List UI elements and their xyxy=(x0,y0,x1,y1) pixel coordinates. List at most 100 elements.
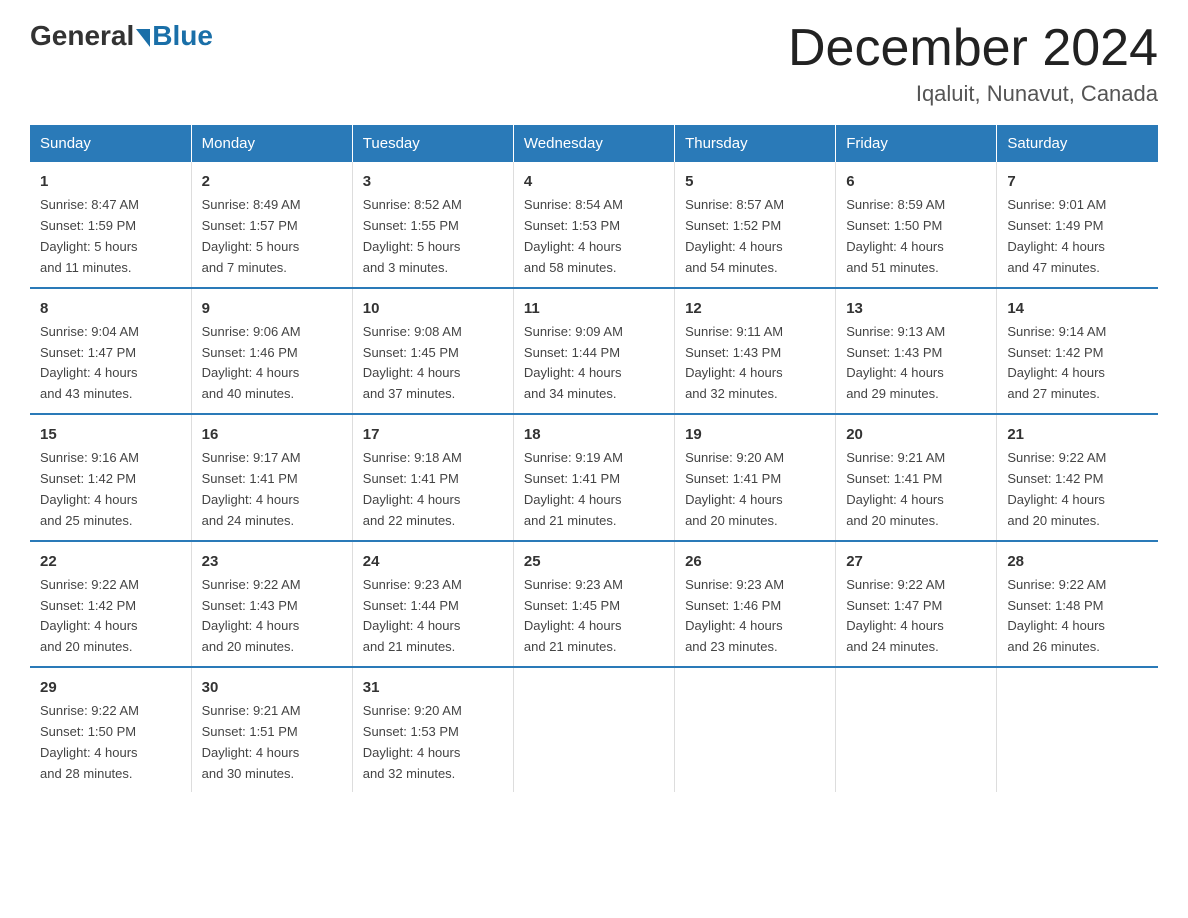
title-block: December 2024 Iqaluit, Nunavut, Canada xyxy=(788,20,1158,107)
calendar-cell: 31Sunrise: 9:20 AMSunset: 1:53 PMDayligh… xyxy=(352,667,513,792)
calendar-cell: 14Sunrise: 9:14 AMSunset: 1:42 PMDayligh… xyxy=(997,288,1158,414)
calendar-body: 1Sunrise: 8:47 AMSunset: 1:59 PMDaylight… xyxy=(30,162,1158,792)
day-number: 8 xyxy=(40,297,181,320)
day-info: Sunrise: 9:19 AMSunset: 1:41 PMDaylight:… xyxy=(524,448,664,531)
logo-triangle-icon xyxy=(136,29,150,47)
calendar-cell: 6Sunrise: 8:59 AMSunset: 1:50 PMDaylight… xyxy=(836,162,997,287)
day-number: 22 xyxy=(40,550,181,573)
calendar-cell xyxy=(513,667,674,792)
calendar-cell: 13Sunrise: 9:13 AMSunset: 1:43 PMDayligh… xyxy=(836,288,997,414)
calendar-cell: 8Sunrise: 9:04 AMSunset: 1:47 PMDaylight… xyxy=(30,288,191,414)
day-info: Sunrise: 8:47 AMSunset: 1:59 PMDaylight:… xyxy=(40,195,181,278)
day-info: Sunrise: 9:08 AMSunset: 1:45 PMDaylight:… xyxy=(363,322,503,405)
calendar-cell: 21Sunrise: 9:22 AMSunset: 1:42 PMDayligh… xyxy=(997,414,1158,540)
day-number: 26 xyxy=(685,550,825,573)
day-info: Sunrise: 8:57 AMSunset: 1:52 PMDaylight:… xyxy=(685,195,825,278)
day-info: Sunrise: 9:21 AMSunset: 1:41 PMDaylight:… xyxy=(846,448,986,531)
day-info: Sunrise: 8:59 AMSunset: 1:50 PMDaylight:… xyxy=(846,195,986,278)
day-info: Sunrise: 9:21 AMSunset: 1:51 PMDaylight:… xyxy=(202,701,342,784)
day-number: 1 xyxy=(40,170,181,193)
calendar-cell xyxy=(675,667,836,792)
calendar-week-2: 8Sunrise: 9:04 AMSunset: 1:47 PMDaylight… xyxy=(30,288,1158,414)
calendar-cell: 16Sunrise: 9:17 AMSunset: 1:41 PMDayligh… xyxy=(191,414,352,540)
header-col-saturday: Saturday xyxy=(997,125,1158,162)
day-info: Sunrise: 9:23 AMSunset: 1:45 PMDaylight:… xyxy=(524,575,664,658)
calendar-cell: 4Sunrise: 8:54 AMSunset: 1:53 PMDaylight… xyxy=(513,162,674,287)
day-number: 25 xyxy=(524,550,664,573)
calendar-header: SundayMondayTuesdayWednesdayThursdayFrid… xyxy=(30,125,1158,162)
day-number: 4 xyxy=(524,170,664,193)
header-col-wednesday: Wednesday xyxy=(513,125,674,162)
day-number: 13 xyxy=(846,297,986,320)
calendar-cell: 25Sunrise: 9:23 AMSunset: 1:45 PMDayligh… xyxy=(513,541,674,667)
calendar-cell: 22Sunrise: 9:22 AMSunset: 1:42 PMDayligh… xyxy=(30,541,191,667)
calendar-cell: 7Sunrise: 9:01 AMSunset: 1:49 PMDaylight… xyxy=(997,162,1158,287)
day-number: 21 xyxy=(1007,423,1148,446)
calendar-cell: 10Sunrise: 9:08 AMSunset: 1:45 PMDayligh… xyxy=(352,288,513,414)
logo: General Blue xyxy=(30,20,213,52)
header-col-tuesday: Tuesday xyxy=(352,125,513,162)
calendar-subtitle: Iqaluit, Nunavut, Canada xyxy=(788,81,1158,107)
calendar-cell: 18Sunrise: 9:19 AMSunset: 1:41 PMDayligh… xyxy=(513,414,674,540)
day-info: Sunrise: 8:49 AMSunset: 1:57 PMDaylight:… xyxy=(202,195,342,278)
day-info: Sunrise: 8:54 AMSunset: 1:53 PMDaylight:… xyxy=(524,195,664,278)
calendar-cell: 2Sunrise: 8:49 AMSunset: 1:57 PMDaylight… xyxy=(191,162,352,287)
calendar-week-3: 15Sunrise: 9:16 AMSunset: 1:42 PMDayligh… xyxy=(30,414,1158,540)
calendar-week-5: 29Sunrise: 9:22 AMSunset: 1:50 PMDayligh… xyxy=(30,667,1158,792)
header-col-sunday: Sunday xyxy=(30,125,191,162)
day-info: Sunrise: 9:17 AMSunset: 1:41 PMDaylight:… xyxy=(202,448,342,531)
calendar-cell: 17Sunrise: 9:18 AMSunset: 1:41 PMDayligh… xyxy=(352,414,513,540)
day-info: Sunrise: 9:06 AMSunset: 1:46 PMDaylight:… xyxy=(202,322,342,405)
calendar-week-4: 22Sunrise: 9:22 AMSunset: 1:42 PMDayligh… xyxy=(30,541,1158,667)
day-number: 28 xyxy=(1007,550,1148,573)
calendar-cell xyxy=(836,667,997,792)
header-col-thursday: Thursday xyxy=(675,125,836,162)
day-info: Sunrise: 9:22 AMSunset: 1:43 PMDaylight:… xyxy=(202,575,342,658)
logo-blue-text: Blue xyxy=(152,20,213,52)
calendar-cell: 30Sunrise: 9:21 AMSunset: 1:51 PMDayligh… xyxy=(191,667,352,792)
calendar-title: December 2024 xyxy=(788,20,1158,77)
day-number: 20 xyxy=(846,423,986,446)
calendar-cell: 28Sunrise: 9:22 AMSunset: 1:48 PMDayligh… xyxy=(997,541,1158,667)
day-number: 15 xyxy=(40,423,181,446)
day-number: 9 xyxy=(202,297,342,320)
day-number: 5 xyxy=(685,170,825,193)
day-info: Sunrise: 9:22 AMSunset: 1:50 PMDaylight:… xyxy=(40,701,181,784)
day-info: Sunrise: 9:23 AMSunset: 1:44 PMDaylight:… xyxy=(363,575,503,658)
day-number: 3 xyxy=(363,170,503,193)
calendar-week-1: 1Sunrise: 8:47 AMSunset: 1:59 PMDaylight… xyxy=(30,162,1158,287)
calendar-cell: 12Sunrise: 9:11 AMSunset: 1:43 PMDayligh… xyxy=(675,288,836,414)
day-number: 7 xyxy=(1007,170,1148,193)
day-info: Sunrise: 9:22 AMSunset: 1:42 PMDaylight:… xyxy=(1007,448,1148,531)
calendar-cell: 27Sunrise: 9:22 AMSunset: 1:47 PMDayligh… xyxy=(836,541,997,667)
day-number: 16 xyxy=(202,423,342,446)
calendar-cell: 23Sunrise: 9:22 AMSunset: 1:43 PMDayligh… xyxy=(191,541,352,667)
day-number: 2 xyxy=(202,170,342,193)
day-info: Sunrise: 9:20 AMSunset: 1:53 PMDaylight:… xyxy=(363,701,503,784)
day-number: 24 xyxy=(363,550,503,573)
calendar-cell: 24Sunrise: 9:23 AMSunset: 1:44 PMDayligh… xyxy=(352,541,513,667)
day-info: Sunrise: 9:01 AMSunset: 1:49 PMDaylight:… xyxy=(1007,195,1148,278)
calendar-cell xyxy=(997,667,1158,792)
header-col-friday: Friday xyxy=(836,125,997,162)
day-number: 17 xyxy=(363,423,503,446)
day-number: 14 xyxy=(1007,297,1148,320)
header-col-monday: Monday xyxy=(191,125,352,162)
calendar-cell: 15Sunrise: 9:16 AMSunset: 1:42 PMDayligh… xyxy=(30,414,191,540)
day-info: Sunrise: 8:52 AMSunset: 1:55 PMDaylight:… xyxy=(363,195,503,278)
calendar-cell: 26Sunrise: 9:23 AMSunset: 1:46 PMDayligh… xyxy=(675,541,836,667)
day-info: Sunrise: 9:13 AMSunset: 1:43 PMDaylight:… xyxy=(846,322,986,405)
day-info: Sunrise: 9:22 AMSunset: 1:42 PMDaylight:… xyxy=(40,575,181,658)
calendar-cell: 9Sunrise: 9:06 AMSunset: 1:46 PMDaylight… xyxy=(191,288,352,414)
calendar-cell: 11Sunrise: 9:09 AMSunset: 1:44 PMDayligh… xyxy=(513,288,674,414)
calendar-cell: 20Sunrise: 9:21 AMSunset: 1:41 PMDayligh… xyxy=(836,414,997,540)
day-info: Sunrise: 9:14 AMSunset: 1:42 PMDaylight:… xyxy=(1007,322,1148,405)
day-info: Sunrise: 9:20 AMSunset: 1:41 PMDaylight:… xyxy=(685,448,825,531)
day-number: 31 xyxy=(363,676,503,699)
day-number: 23 xyxy=(202,550,342,573)
day-number: 29 xyxy=(40,676,181,699)
day-info: Sunrise: 9:18 AMSunset: 1:41 PMDaylight:… xyxy=(363,448,503,531)
logo-general-text: General xyxy=(30,20,134,52)
day-info: Sunrise: 9:23 AMSunset: 1:46 PMDaylight:… xyxy=(685,575,825,658)
calendar-cell: 19Sunrise: 9:20 AMSunset: 1:41 PMDayligh… xyxy=(675,414,836,540)
